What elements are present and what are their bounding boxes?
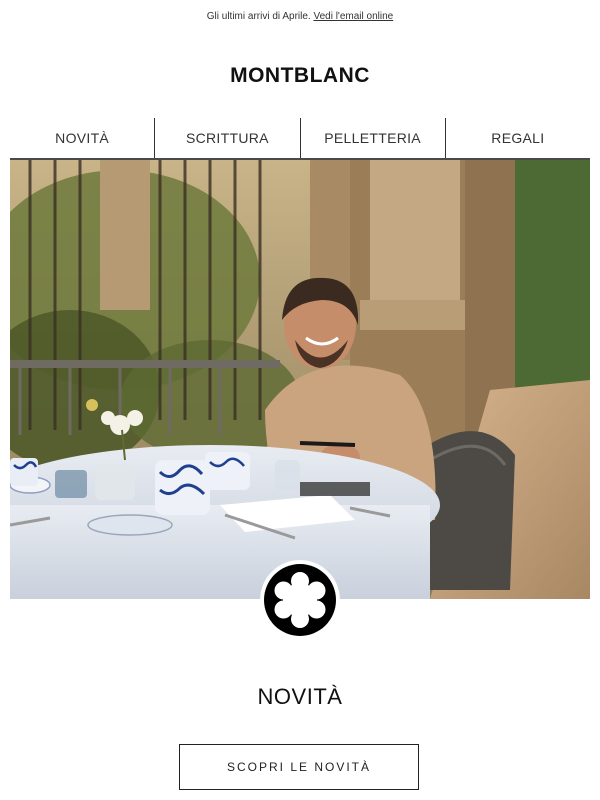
main-nav: NOVITÀ SCRITTURA PELLETTERIA REGALI [10,118,590,160]
nav-item-pelletteria[interactable]: PELLETTERIA [299,118,445,158]
brand-logo[interactable]: MONTBLANC [0,64,600,88]
nav-item-scrittura[interactable]: SCRITTURA [154,118,299,158]
preheader-text: Gli ultimi arrivi di Aprile. [206,11,311,22]
nav-item-novita[interactable]: NOVITÀ [10,118,154,158]
view-online-link[interactable]: Vedi l'email online [313,11,393,22]
section-title: NOVITÀ [257,684,343,709]
preheader: Gli ultimi arrivi di Aprile. Vedi l'emai… [0,11,600,22]
nav-item-regali[interactable]: REGALI [444,118,590,158]
montblanc-emblem-icon [259,559,341,641]
discover-new-arrivals-button[interactable]: SCOPRI LE NOVITÀ [179,744,419,790]
hero-image[interactable] [10,160,590,599]
